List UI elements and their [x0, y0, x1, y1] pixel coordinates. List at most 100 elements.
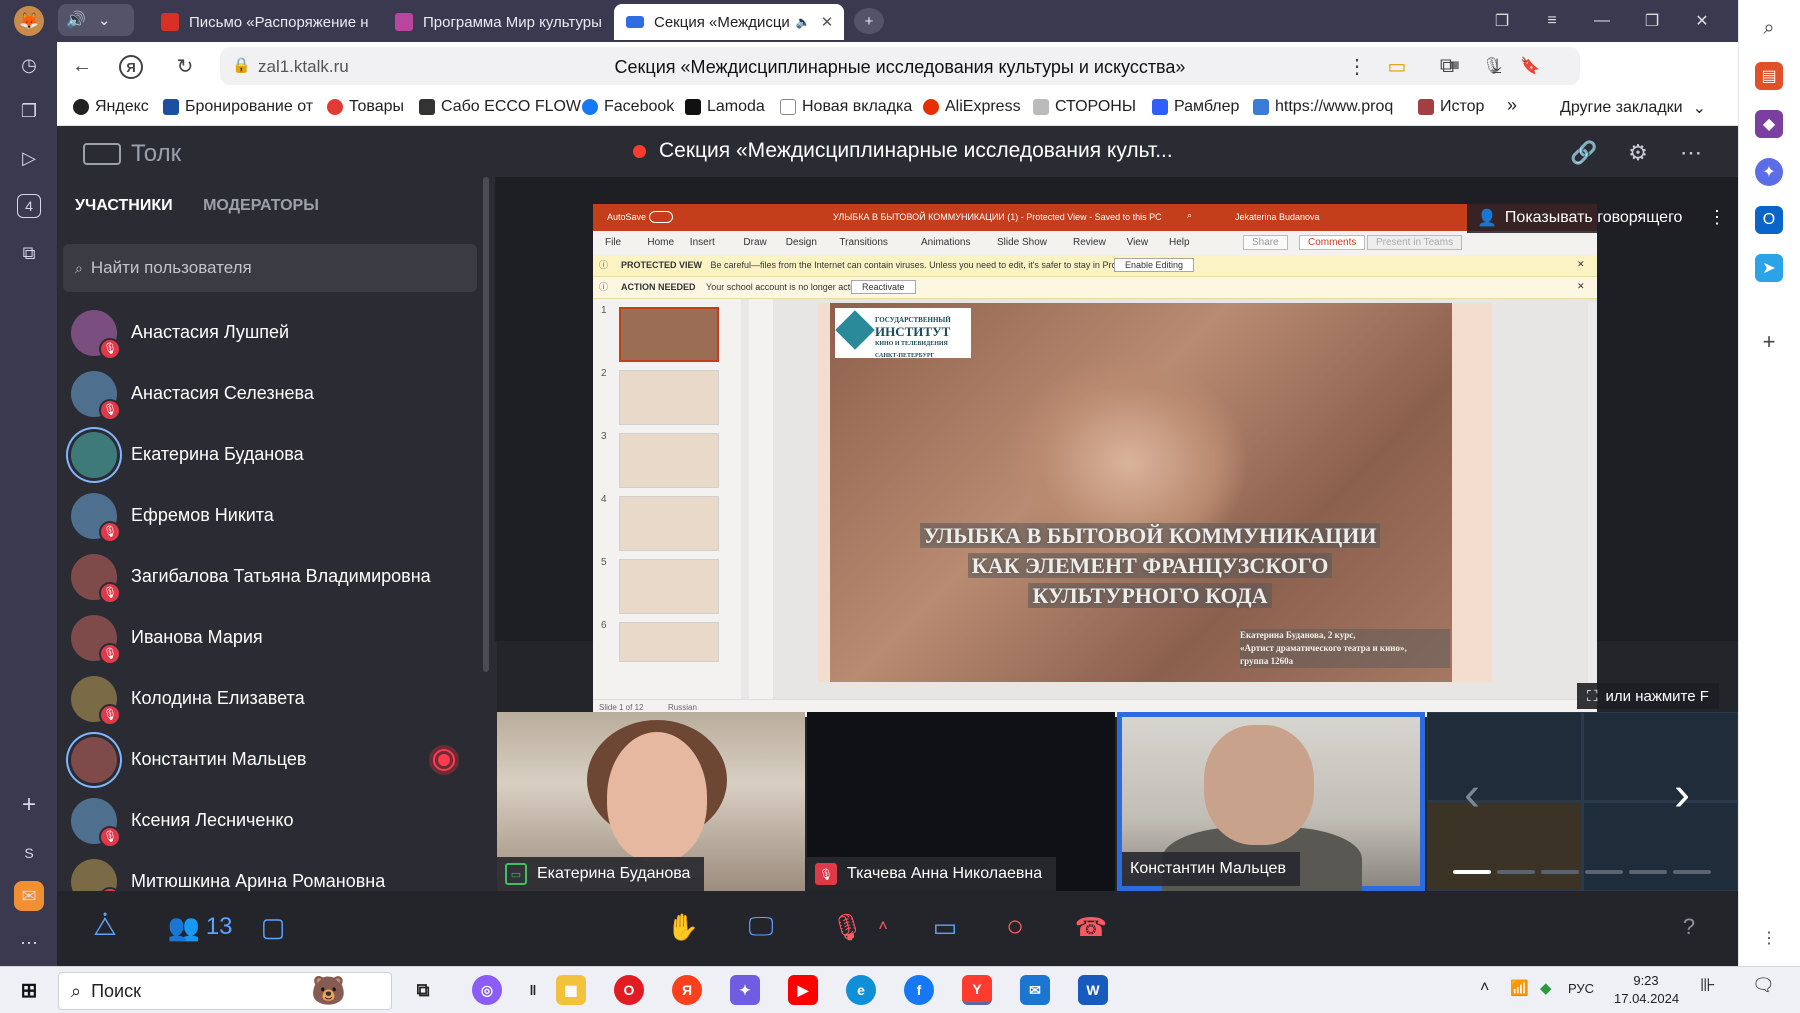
- tabs-count-badge[interactable]: 4: [17, 194, 41, 218]
- file-explorer-icon[interactable]: ▦: [556, 975, 586, 1005]
- chevron-up-icon[interactable]: ˄: [873, 909, 893, 945]
- ppt-menu-item[interactable]: Review: [1073, 237, 1106, 248]
- video-tile[interactable]: ▭ Екатерина Буданова: [497, 712, 805, 891]
- page-dot[interactable]: [1453, 870, 1491, 874]
- back-icon[interactable]: ←: [67, 52, 97, 80]
- slide-thumbnail[interactable]: [619, 433, 719, 488]
- search-input[interactable]: [90, 258, 431, 278]
- edge-icon[interactable]: e: [846, 975, 876, 1005]
- link-icon[interactable]: 🔗: [1570, 139, 1598, 167]
- other-bookmarks[interactable]: Другие закладки ⌄: [1560, 98, 1706, 118]
- briefcase-icon[interactable]: ▤: [1755, 62, 1783, 90]
- slide-scrollbar[interactable]: [1588, 303, 1597, 683]
- yandex-browser-icon[interactable]: Я: [672, 975, 702, 1005]
- bookmark-item[interactable]: Facebook: [582, 98, 674, 116]
- record-icon[interactable]: ○: [997, 909, 1033, 945]
- more-vertical-icon[interactable]: ⋮: [1708, 207, 1726, 228]
- ppt-menu-item[interactable]: View: [1127, 237, 1149, 248]
- tab-conference[interactable]: Секция «Междисци 🔈 ✕: [614, 4, 844, 40]
- word-icon[interactable]: W: [1078, 975, 1108, 1005]
- copilot-icon[interactable]: ✦: [730, 975, 760, 1005]
- battery-icon[interactable]: ▭: [1382, 52, 1412, 80]
- participant-row[interactable]: Екатерина Буданова: [57, 424, 477, 485]
- show-speaker-button[interactable]: 👤 Показывать говорящего: [1467, 203, 1693, 233]
- slide-thumbnail[interactable]: [619, 559, 719, 614]
- chevron-up-icon[interactable]: ˄: [1480, 979, 1489, 997]
- mic-off-icon[interactable]: 🎙: [829, 909, 865, 945]
- video-icon[interactable]: ▷: [12, 141, 46, 175]
- taskbar-search[interactable]: ⌕ Поиск 🐻: [58, 972, 392, 1010]
- reactivate-button[interactable]: Reactivate: [851, 280, 916, 294]
- participant-row[interactable]: 🎙 Митюшкина Арина Романовна: [57, 851, 477, 891]
- wifi-icon[interactable]: 📶: [1510, 979, 1529, 997]
- collections-button-icon[interactable]: ⧉: [1432, 52, 1462, 80]
- alice-icon[interactable]: ◎: [472, 975, 502, 1005]
- add-panel-icon[interactable]: +: [12, 788, 46, 822]
- ppt-menu-item[interactable]: Help: [1169, 237, 1190, 248]
- windows-start-icon[interactable]: ⊞: [14, 975, 44, 1005]
- page-dot[interactable]: [1629, 870, 1667, 874]
- history-icon[interactable]: ◷: [12, 48, 46, 82]
- outlook-icon[interactable]: O: [1755, 206, 1783, 234]
- tab-participants[interactable]: УЧАСТНИКИ: [75, 197, 173, 215]
- reload-icon[interactable]: ↻: [170, 52, 200, 80]
- camera-icon[interactable]: ▭: [925, 909, 965, 945]
- ppt-menu-item[interactable]: Transitions: [839, 237, 888, 248]
- opera-icon[interactable]: O: [614, 975, 644, 1005]
- bookmark-item[interactable]: AliExpress: [923, 98, 1021, 116]
- screen-share-icon[interactable]: 🖵: [743, 909, 779, 945]
- participant-row[interactable]: Константин Мальцев: [57, 729, 477, 790]
- autosave-toggle[interactable]: [649, 211, 673, 223]
- restore-icon[interactable]: ❐: [1632, 8, 1672, 34]
- mail-icon[interactable]: ✉: [1020, 975, 1050, 1005]
- bookmark-item[interactable]: Бронирование от: [163, 98, 313, 116]
- fullscreen-hint[interactable]: ⛶ или нажмите F: [1577, 683, 1719, 709]
- comments-button[interactable]: Comments: [1299, 235, 1366, 250]
- ppt-menu-item[interactable]: Insert: [690, 237, 715, 248]
- task-view-icon[interactable]: ⧉: [408, 975, 438, 1005]
- facebook-icon[interactable]: f: [904, 975, 934, 1005]
- ppt-menu-item[interactable]: Animations: [921, 237, 970, 248]
- bookmark-icon[interactable]: 🔖: [1520, 56, 1540, 76]
- ppt-menu-item[interactable]: Design: [786, 237, 817, 248]
- page-dot[interactable]: [1585, 870, 1623, 874]
- notifications-icon[interactable]: 🗨: [1752, 975, 1775, 996]
- tabs-panel-icon[interactable]: ❐: [1482, 8, 1522, 34]
- slide-thumbnail[interactable]: [619, 622, 719, 662]
- tab-moderators[interactable]: МОДЕРАТОРЫ: [203, 197, 319, 215]
- brand-logo[interactable]: Толк: [83, 140, 181, 168]
- people-app-icon[interactable]: ◆: [1755, 110, 1783, 138]
- minimize-icon[interactable]: —: [1582, 8, 1622, 34]
- bookmark-item[interactable]: Сабо ECCO FLOW: [419, 98, 581, 116]
- video-tile-grid[interactable]: ‹ ›: [1427, 712, 1738, 891]
- slide-thumbnail[interactable]: [619, 307, 719, 362]
- language-indicator[interactable]: РУС: [1568, 981, 1594, 996]
- bookmark-item[interactable]: Яндекс: [73, 98, 149, 116]
- search-icon[interactable]: ⌕: [1187, 210, 1192, 221]
- more-vertical-icon[interactable]: ⋮: [1755, 924, 1783, 952]
- bookmark-item[interactable]: https://www.proq: [1253, 98, 1393, 116]
- profile-avatar[interactable]: 🦊: [14, 6, 44, 36]
- panel-letter[interactable]: S: [12, 836, 46, 870]
- slide-thumbnail[interactable]: [619, 370, 719, 425]
- video-tile[interactable]: 🎙 Ткачева Анна Николаевна: [807, 712, 1115, 891]
- video-tile-active-speaker[interactable]: Константин Мальцев: [1117, 712, 1425, 891]
- tab-program[interactable]: Программа Мир культуры: [383, 4, 603, 40]
- menu-icon[interactable]: ≡: [1532, 8, 1572, 34]
- present-teams-button[interactable]: Present in Teams: [1367, 235, 1463, 250]
- participant-row[interactable]: 🎙 Колодина Елизавета: [57, 668, 477, 729]
- share-button[interactable]: Share: [1243, 235, 1288, 250]
- sidebar-scrollbar[interactable]: [483, 177, 489, 672]
- send-icon[interactable]: ➤: [1755, 254, 1783, 282]
- yandex-icon[interactable]: Я: [119, 55, 143, 79]
- download-icon[interactable]: ⤓: [1482, 52, 1512, 80]
- current-slide[interactable]: ГОСУДАРСТВЕННЫЙ ИНСТИТУТ КИНО И ТЕЛЕВИДЕ…: [830, 303, 1452, 682]
- enable-editing-button[interactable]: Enable Editing: [1114, 258, 1195, 272]
- participant-row[interactable]: 🎙 Загибалова Татьяна Владимировна: [57, 546, 477, 607]
- participant-row[interactable]: 🎙 Анастасия Лушпей: [57, 302, 477, 363]
- chevron-right-icon[interactable]: ›: [1667, 767, 1697, 822]
- participant-row[interactable]: 🎙 Ефремов Никита: [57, 485, 477, 546]
- close-tab-icon[interactable]: ✕: [821, 13, 834, 31]
- bookmark-item[interactable]: Рамблер: [1152, 98, 1239, 116]
- help-icon[interactable]: ?: [1674, 909, 1704, 945]
